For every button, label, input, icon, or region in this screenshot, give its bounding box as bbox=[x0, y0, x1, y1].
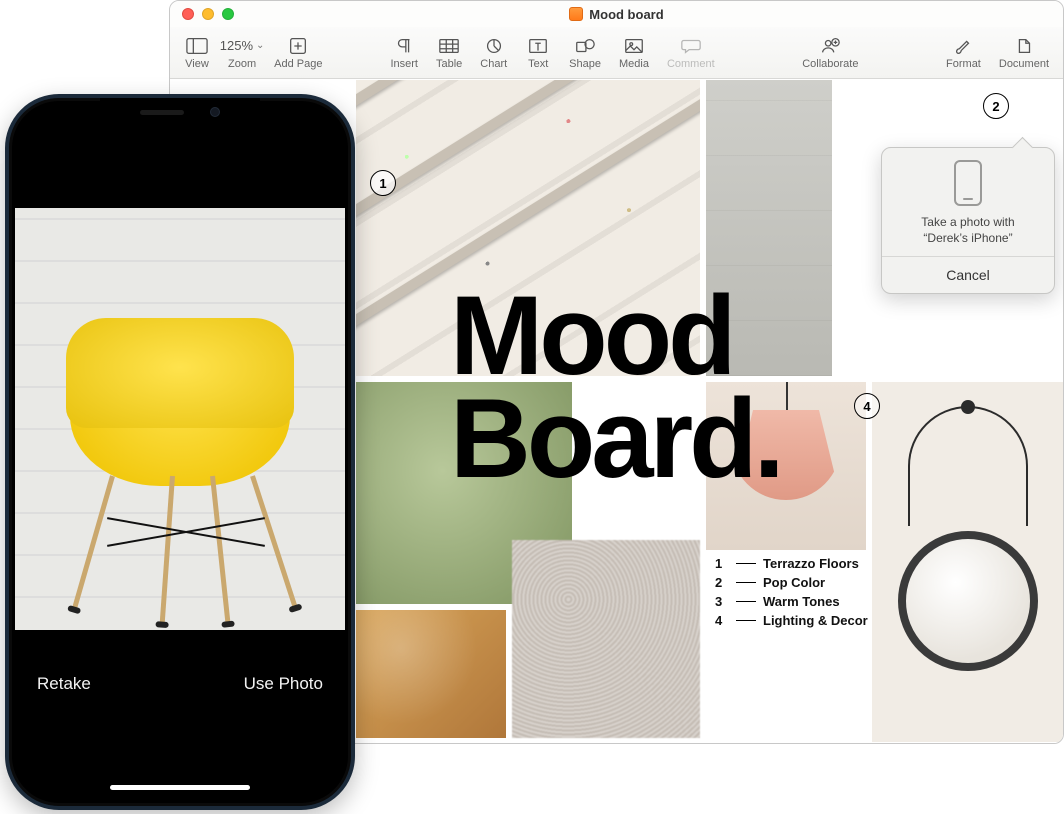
format-button[interactable]: Format bbox=[942, 36, 985, 70]
media-button[interactable]: Media bbox=[615, 36, 653, 70]
title-line-1: Mood bbox=[450, 284, 781, 387]
legend-number: 4 bbox=[715, 613, 729, 628]
document-title-text: Mood board bbox=[589, 7, 663, 22]
retake-button[interactable]: Retake bbox=[37, 674, 91, 694]
pages-doc-icon bbox=[569, 7, 583, 21]
insert-label: Insert bbox=[390, 58, 418, 70]
camera-photo-preview[interactable] bbox=[15, 208, 345, 638]
document-button[interactable]: Document bbox=[995, 36, 1053, 70]
legend-row: 3 Warm Tones bbox=[715, 594, 868, 609]
legend-dash-icon bbox=[736, 620, 756, 622]
legend-number: 3 bbox=[715, 594, 729, 609]
comment-label: Comment bbox=[667, 58, 715, 70]
legend-number: 2 bbox=[715, 575, 729, 590]
table-label: Table bbox=[436, 58, 462, 70]
pilcrow-icon bbox=[391, 36, 417, 56]
image-icon bbox=[621, 36, 647, 56]
zoom-label: Zoom bbox=[228, 58, 256, 70]
callout-marker-4: 4 bbox=[854, 393, 880, 419]
use-photo-button[interactable]: Use Photo bbox=[244, 674, 323, 694]
continuity-camera-popover: Take a photo with “Derek’s iPhone” Cance… bbox=[881, 147, 1055, 294]
camera-confirm-bar: Retake Use Photo bbox=[15, 630, 345, 800]
legend-row: 1 Terrazzo Floors bbox=[715, 556, 868, 571]
chart-button[interactable]: Chart bbox=[476, 36, 511, 70]
view-button[interactable]: View bbox=[180, 36, 214, 70]
speaker-icon bbox=[140, 110, 184, 115]
legend-label: Pop Color bbox=[763, 575, 825, 590]
table-button[interactable]: Table bbox=[432, 36, 466, 70]
couch-image[interactable] bbox=[356, 610, 506, 738]
legend-list[interactable]: 1 Terrazzo Floors 2 Pop Color 3 Warm Tones 4 Li… bbox=[715, 556, 868, 632]
home-indicator[interactable] bbox=[110, 785, 250, 790]
add-page-button[interactable]: Add Page bbox=[270, 36, 326, 70]
insert-button[interactable]: Insert bbox=[386, 36, 422, 70]
callout-marker-2: 2 bbox=[983, 93, 1009, 119]
media-label: Media bbox=[619, 58, 649, 70]
shape-label: Shape bbox=[569, 58, 601, 70]
callout-marker-1: 1 bbox=[379, 176, 386, 191]
title-line-2: Board. bbox=[450, 387, 781, 490]
window-titlebar: Mood board bbox=[170, 1, 1063, 27]
iphone-screen: Retake Use Photo bbox=[15, 104, 345, 800]
legend-label: Warm Tones bbox=[763, 594, 840, 609]
legend-row: 4 Lighting & Decor bbox=[715, 613, 868, 628]
comment-button[interactable]: Comment bbox=[663, 36, 719, 70]
iphone-device: Retake Use Photo bbox=[5, 94, 355, 810]
legend-dash-icon bbox=[736, 601, 756, 603]
text-button[interactable]: Text bbox=[521, 36, 555, 70]
mood-board-title[interactable]: Mood Board. bbox=[450, 284, 781, 490]
pie-chart-icon bbox=[481, 36, 507, 56]
person-plus-icon bbox=[817, 36, 843, 56]
zoom-value-control: 125% ⌄ bbox=[229, 36, 255, 56]
document-icon bbox=[1011, 36, 1037, 56]
collaborate-label: Collaborate bbox=[802, 58, 858, 70]
format-label: Format bbox=[946, 58, 981, 70]
yellow-chair-photo bbox=[60, 326, 300, 626]
chevron-down-icon: ⌄ bbox=[256, 40, 264, 51]
popover-message: Take a photo with “Derek’s iPhone” bbox=[882, 214, 1054, 256]
legend-dash-icon bbox=[736, 582, 756, 584]
paintbrush-icon bbox=[950, 36, 976, 56]
legend-dash-icon bbox=[736, 563, 756, 565]
table-icon bbox=[436, 36, 462, 56]
collaborate-button[interactable]: Collaborate bbox=[798, 36, 862, 70]
view-label: View bbox=[185, 58, 209, 70]
text-label: Text bbox=[528, 58, 548, 70]
front-camera-icon bbox=[210, 107, 220, 117]
text-box-icon bbox=[525, 36, 551, 56]
shape-button[interactable]: Shape bbox=[565, 36, 605, 70]
document-label: Document bbox=[999, 58, 1049, 70]
legend-row: 2 Pop Color bbox=[715, 575, 868, 590]
sidebar-icon bbox=[184, 36, 210, 56]
canvas-blank bbox=[838, 80, 1063, 148]
legend-label: Terrazzo Floors bbox=[763, 556, 859, 571]
legend-number: 1 bbox=[715, 556, 729, 571]
add-page-label: Add Page bbox=[274, 58, 322, 70]
iphone-outline-icon bbox=[954, 160, 982, 206]
speech-bubble-icon bbox=[678, 36, 704, 56]
shape-icon bbox=[572, 36, 598, 56]
iphone-notch bbox=[100, 98, 260, 126]
document-title: Mood board bbox=[170, 7, 1063, 22]
fur-image[interactable] bbox=[512, 540, 700, 738]
zoom-value: 125% bbox=[220, 38, 253, 53]
mirror-image[interactable] bbox=[872, 382, 1063, 742]
plus-square-icon bbox=[285, 36, 311, 56]
popover-cancel-button[interactable]: Cancel bbox=[882, 256, 1054, 293]
zoom-button[interactable]: 125% ⌄ Zoom bbox=[224, 36, 260, 70]
chart-label: Chart bbox=[480, 58, 507, 70]
toolbar: View 125% ⌄ Zoom Add Page bbox=[170, 27, 1063, 79]
legend-label: Lighting & Decor bbox=[763, 613, 868, 628]
